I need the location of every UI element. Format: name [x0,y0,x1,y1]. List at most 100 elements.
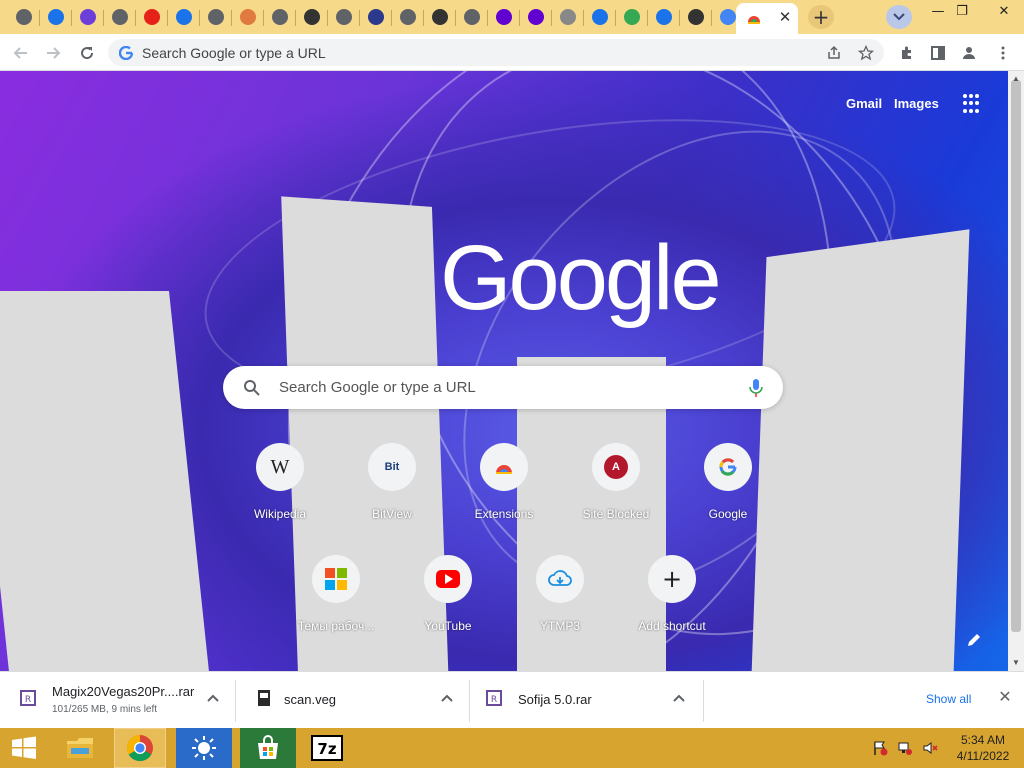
background-panel [0,291,212,671]
back-arrow-icon [13,47,27,59]
tab[interactable] [522,4,552,30]
download-shelf: R Magix20Vegas20Pr....rar 101/265 MB, 9 … [0,671,1024,728]
start-button[interactable] [2,728,46,768]
chevron-up-icon[interactable] [206,692,220,706]
taskbar-store[interactable] [240,728,296,768]
gmail-link[interactable]: Gmail [846,96,882,111]
tray-volume[interactable] [920,728,940,768]
tab[interactable] [426,4,456,30]
omnibox-placeholder: Search Google or type a URL [142,44,326,61]
maximize-button[interactable]: ❐ [946,2,978,22]
tab-separator [103,10,104,26]
tab[interactable] [202,4,232,30]
reload-button[interactable] [74,40,100,66]
shortcut-google[interactable]: Google [672,443,784,543]
taskbar-chrome[interactable] [114,728,166,768]
tab[interactable] [490,4,520,30]
tab-separator [39,10,40,26]
diamond-tab-icon [240,9,256,25]
shortcut-ytmp3[interactable]: YTMP3 [504,555,616,655]
add-shortcut-button[interactable]: + Add shortcut [616,555,728,655]
tab[interactable] [234,4,264,30]
tab[interactable] [618,4,648,30]
shortcut-microsoft[interactable]: Темы рабоч... [280,555,392,655]
forward-button[interactable] [40,40,66,66]
shortcut-youtube[interactable]: YouTube [392,555,504,655]
tab[interactable] [138,4,168,30]
microphone-icon[interactable] [749,378,763,398]
menu-button[interactable] [990,40,1016,66]
ntp-search-box[interactable]: Search Google or type a URL [223,366,783,409]
shortcut-extensions[interactable]: Extensions [448,443,560,543]
bookmark-star-icon[interactable] [858,45,874,61]
scroll-down-arrow[interactable]: ▼ [1008,656,1024,670]
taskbar-weather[interactable] [176,728,232,768]
globe-tab-icon [112,9,128,25]
taskbar-clock[interactable]: 5:34 AM 4/11/2022 [948,732,1018,764]
globe-tab-icon [400,9,416,25]
side-panel-button[interactable] [925,40,951,66]
google-g-icon [119,45,133,60]
images-link[interactable]: Images [894,96,939,111]
shortcut-site-blocked[interactable]: A Site Blocked [560,443,672,543]
folder-icon [67,738,93,758]
profile-button[interactable] [956,40,982,66]
tab[interactable] [650,4,680,30]
tray-network[interactable] [895,728,915,768]
shortcut-label: Темы рабоч... [297,619,375,633]
shortcut-label: Site Blocked [582,507,650,521]
yahoo-tab-icon [496,9,512,25]
google-tab-icon [720,9,736,25]
close-tab-icon[interactable]: ✕ [776,8,794,26]
tab[interactable] [330,4,360,30]
tray-flag[interactable] [870,728,890,768]
tab[interactable] [394,4,424,30]
taskbar-7zip[interactable]: 7z [304,728,350,768]
svg-text:R: R [25,695,31,705]
tab[interactable] [586,4,616,30]
window-close-button[interactable]: ✕ [988,2,1020,22]
tab-separator [327,10,328,26]
shortcut-bitview[interactable]: Bit BitView [336,443,448,543]
taskbar-file-explorer[interactable] [56,728,104,768]
pencil-icon[interactable] [964,630,984,650]
shortcut-wikipedia[interactable]: W Wikipedia [224,443,336,543]
omnibox[interactable]: Search Google or type a URL [108,39,884,66]
globe-tab-icon [208,9,224,25]
add-icon: + [648,555,696,603]
show-all-downloads-link[interactable]: Show all [926,692,971,706]
scrollbar-thumb[interactable] [1011,80,1021,632]
svg-text:R: R [491,695,497,705]
tab-separator [455,10,456,26]
globe-tab-icon [272,9,288,25]
tab[interactable] [298,4,328,30]
google-apps-icon[interactable] [963,94,983,114]
new-tab-button[interactable]: + [808,5,834,29]
back-button[interactable] [8,40,34,66]
tab[interactable] [682,4,712,30]
download-item[interactable]: scan.veg [236,680,470,722]
tab[interactable] [266,4,296,30]
scroll-up-arrow[interactable]: ▲ [1008,72,1024,86]
share-icon[interactable] [826,45,842,61]
download-item[interactable]: R Magix20Vegas20Pr....rar 101/265 MB, 9 … [4,680,236,722]
side-panel-icon [931,46,945,60]
tab[interactable] [42,4,72,30]
tab-search-button[interactable] [886,5,912,29]
tab[interactable] [458,4,488,30]
chevron-up-icon[interactable] [440,692,454,706]
tab-separator [551,10,552,26]
tab-strip: ✕ + — ❐ ✕ [0,0,1024,34]
tab[interactable] [170,4,200,30]
download-item[interactable]: R Sofija 5.0.rar [470,680,704,722]
tab[interactable] [554,4,584,30]
bitview-icon: Bit [368,443,416,491]
tab[interactable] [10,4,40,30]
extensions-button[interactable] [894,40,920,66]
tab[interactable] [74,4,104,30]
shortcut-label: Extensions [474,507,534,521]
tab[interactable] [362,4,392,30]
close-download-shelf-icon[interactable]: ✕ [998,689,1012,705]
chevron-up-icon[interactable] [672,692,686,706]
tab[interactable] [106,4,136,30]
